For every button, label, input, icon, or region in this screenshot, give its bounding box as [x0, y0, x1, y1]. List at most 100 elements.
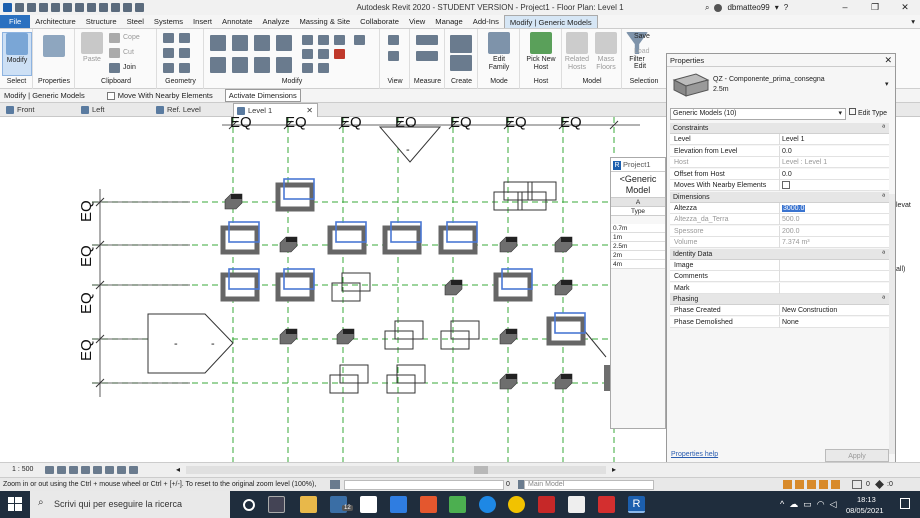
clock-time[interactable]: 18:13 — [857, 495, 876, 504]
measure-icon-ribbon[interactable] — [416, 35, 438, 45]
select-links-icon[interactable] — [783, 480, 792, 489]
property-value[interactable]: 200.0 — [779, 225, 885, 237]
split-gap-icon[interactable] — [318, 63, 329, 73]
filter-status-icon[interactable] — [852, 480, 862, 489]
move-nearby-checkbox[interactable] — [106, 91, 115, 100]
sync-icon[interactable] — [39, 3, 48, 12]
visual-style-icon[interactable] — [57, 466, 66, 474]
help-icon[interactable]: ? — [784, 3, 788, 12]
drawing-canvas[interactable]: EQ EQ EQ EQ EQ EQ EQ EQ EQ EQ EQ - - - — [0, 117, 666, 462]
trim-icon[interactable] — [254, 57, 270, 73]
property-row[interactable]: Mark — [670, 282, 889, 294]
collapse-icon[interactable]: ª — [882, 294, 885, 305]
property-value[interactable]: Level : Level 1 — [779, 157, 885, 168]
category-phasing[interactable]: Phasing ª — [670, 294, 889, 305]
ribbon-tab[interactable]: Annotate — [217, 15, 257, 28]
paste-button[interactable]: Paste — [77, 32, 107, 76]
text-icon[interactable] — [111, 3, 120, 12]
ribbon-tab[interactable]: File — [0, 15, 31, 28]
clock-date[interactable]: 08/05/2021 — [846, 506, 884, 515]
type-selector-dropdown-icon[interactable]: ▾ — [885, 80, 889, 88]
ribbon-tab[interactable]: Steel — [122, 15, 149, 28]
save-icon[interactable] — [27, 3, 36, 12]
ribbon-panel-label[interactable]: Clipboard — [75, 78, 157, 85]
select-pinned-icon[interactable] — [807, 480, 816, 489]
property-row[interactable]: Offset from Host 0.0 — [670, 168, 889, 180]
property-value[interactable]: New Construction — [779, 305, 885, 316]
offset-icon[interactable] — [232, 35, 248, 51]
temporary-hide-icon[interactable] — [117, 466, 126, 474]
category-identity[interactable]: Identity Data ª — [670, 248, 889, 260]
property-value[interactable]: None — [779, 316, 885, 328]
copy-icon[interactable] — [109, 33, 120, 43]
store-icon[interactable] — [360, 496, 377, 513]
detail-level-icon[interactable] — [45, 466, 54, 474]
edit-type-button[interactable]: Edit Type — [849, 108, 891, 120]
revit-logo-icon[interactable] — [3, 3, 12, 12]
aligned-dimension-icon[interactable] — [416, 51, 438, 61]
dimension-icon[interactable] — [99, 3, 108, 12]
activate-dimensions-button[interactable]: Activate Dimensions — [224, 89, 301, 102]
close-hidden-icon[interactable] — [135, 3, 144, 12]
close-tab-icon[interactable]: ✕ — [306, 104, 313, 118]
search-icon[interactable]: ⌕ — [705, 3, 709, 13]
property-value[interactable] — [779, 282, 885, 294]
related-hosts-button[interactable]: Related Hosts — [562, 32, 592, 76]
modify-button[interactable]: Modify — [2, 32, 32, 76]
property-value[interactable]: 0.0 — [779, 168, 885, 180]
geometry-tool-4-icon[interactable] — [179, 48, 190, 58]
measure-icon[interactable] — [87, 3, 96, 12]
collapse-icon[interactable]: ª — [882, 192, 885, 203]
scale-label[interactable]: 1 : 500 — [12, 466, 33, 473]
schedule-row[interactable]: 2.5m — [611, 242, 665, 251]
property-row[interactable]: Level Level 1 — [670, 134, 889, 145]
paint-icon[interactable] — [354, 35, 365, 45]
cart-icon[interactable]: ▾ — [775, 3, 779, 12]
view-tab-front[interactable]: Front — [3, 103, 78, 117]
collapse-icon[interactable]: ª — [882, 249, 885, 260]
cope-label[interactable]: Cope — [123, 34, 140, 41]
create-assembly-icon[interactable] — [450, 35, 472, 53]
geometry-tool-5-icon[interactable] — [163, 63, 174, 73]
scrollbar-thumb[interactable] — [474, 466, 488, 474]
ribbon-panel-label[interactable]: Properties — [33, 78, 75, 85]
ribbon-panel-label[interactable]: Selection — [622, 78, 666, 85]
ribbon-panel-label[interactable]: Select — [0, 78, 33, 85]
join-label[interactable]: Join — [123, 64, 136, 71]
property-row[interactable]: Spessore 200.0 — [670, 225, 889, 237]
cut-icon[interactable] — [109, 48, 120, 58]
override-graphics-icon[interactable] — [388, 51, 399, 61]
workset-select[interactable] — [344, 480, 504, 490]
create-parts-icon[interactable] — [450, 55, 472, 71]
mirror-draw-icon[interactable] — [276, 35, 292, 51]
autocad-icon[interactable] — [538, 496, 555, 513]
windows-start-icon[interactable] — [8, 497, 22, 511]
dropbox-icon[interactable] — [390, 496, 407, 513]
horizontal-scrollbar[interactable] — [186, 466, 606, 474]
geometry-tool-3-icon[interactable] — [163, 48, 174, 58]
view-tab-ref-level[interactable]: Ref. Level — [153, 103, 231, 117]
scroll-right-icon[interactable]: ▸ — [612, 465, 616, 474]
office-icon[interactable] — [420, 496, 437, 513]
ribbon-minimize-icon[interactable]: ▾ — [906, 15, 920, 28]
schedule-window[interactable]: R Project1 <Generic Model A Type 0.7m 1m 2.… — [610, 157, 666, 429]
property-row[interactable]: Elevation from Level 0.0 — [670, 145, 889, 157]
property-row[interactable]: Host Level : Level 1 — [670, 157, 889, 168]
scale-icon[interactable] — [318, 35, 329, 45]
load-selection-label[interactable]: Load — [634, 48, 650, 55]
type-properties-button[interactable] — [39, 35, 69, 79]
ribbon-tab[interactable]: Systems — [149, 15, 188, 28]
ribbon-tab[interactable]: Collaborate — [355, 15, 404, 28]
category-constraints[interactable]: Constraints ª — [670, 123, 889, 134]
ribbon-panel-label[interactable]: Mode — [478, 78, 520, 85]
shadows-icon[interactable] — [81, 466, 90, 474]
file-explorer-icon[interactable] — [300, 496, 317, 513]
chrome-icon[interactable] — [508, 496, 525, 513]
rotate-icon[interactable] — [232, 57, 248, 73]
redo-icon[interactable] — [63, 3, 72, 12]
selection-filter-icon[interactable] — [875, 480, 884, 489]
3d-view-icon[interactable] — [123, 3, 132, 12]
property-row[interactable]: Volume 7.374 m³ — [670, 237, 889, 248]
sun-path-icon[interactable] — [69, 466, 78, 474]
task-view-icon[interactable] — [268, 496, 285, 513]
